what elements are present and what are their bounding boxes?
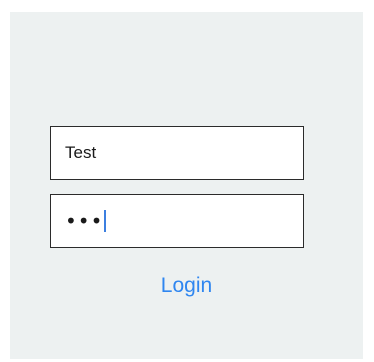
username-value: Test bbox=[65, 143, 97, 162]
password-masked-value: ••• bbox=[65, 209, 104, 233]
username-field[interactable]: Test bbox=[50, 126, 304, 180]
login-panel: Test ••• Login bbox=[10, 12, 363, 359]
password-field[interactable]: ••• bbox=[50, 194, 304, 248]
login-button[interactable]: Login bbox=[10, 274, 363, 298]
text-caret bbox=[104, 210, 107, 232]
